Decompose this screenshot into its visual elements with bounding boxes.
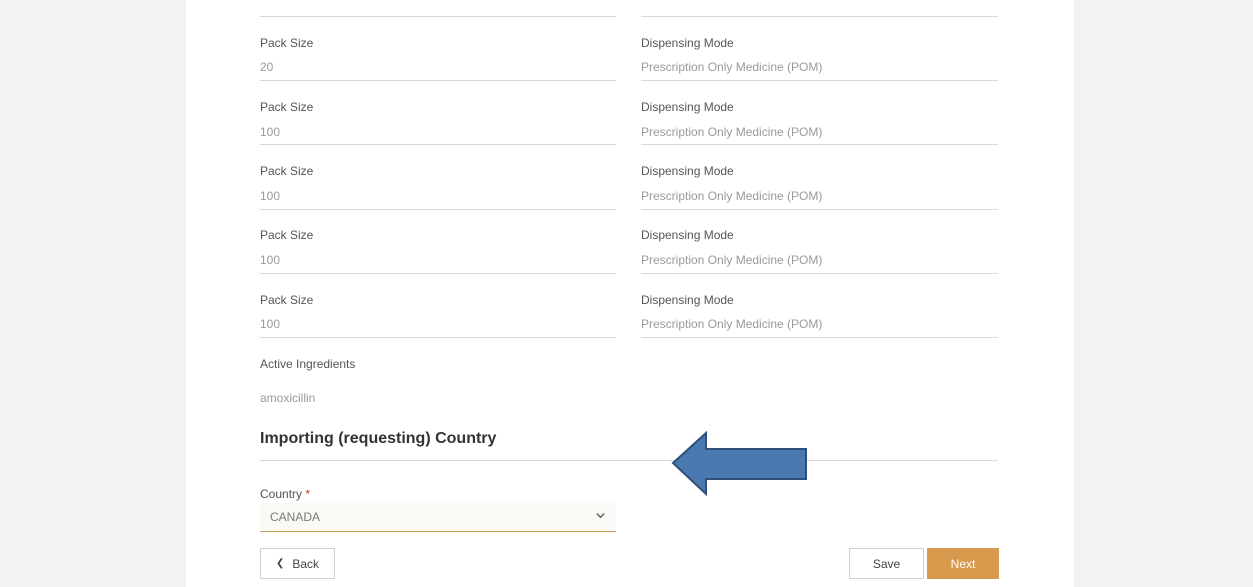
active-ingredients-value: amoxicillin bbox=[260, 391, 316, 405]
divider bbox=[260, 273, 616, 274]
chevron-left-icon: ❮ bbox=[275, 558, 285, 569]
divider bbox=[260, 16, 616, 17]
dispensing-mode-value: Prescription Only Medicine (POM) bbox=[641, 317, 823, 331]
divider bbox=[260, 80, 616, 81]
divider bbox=[641, 337, 998, 338]
form-panel bbox=[186, 0, 1074, 587]
pack-size-label: Pack Size bbox=[260, 100, 314, 114]
dispensing-mode-label: Dispensing Mode bbox=[641, 293, 734, 307]
divider bbox=[641, 80, 998, 81]
next-button-label: Next bbox=[950, 556, 976, 571]
pack-size-value: 100 bbox=[260, 189, 281, 203]
active-ingredients-label: Active Ingredients bbox=[260, 357, 356, 371]
pack-size-value: 20 bbox=[260, 60, 274, 74]
country-select-value: CANADA bbox=[270, 510, 321, 524]
dispensing-mode-value: Prescription Only Medicine (POM) bbox=[641, 253, 823, 267]
back-button-label: Back bbox=[292, 556, 320, 571]
dispensing-mode-value: Prescription Only Medicine (POM) bbox=[641, 60, 823, 74]
dispensing-mode-label: Dispensing Mode bbox=[641, 100, 734, 114]
divider bbox=[641, 16, 998, 17]
divider bbox=[260, 209, 616, 210]
next-button[interactable]: Next bbox=[927, 548, 999, 579]
pack-size-value: 100 bbox=[260, 317, 281, 331]
divider bbox=[260, 144, 616, 145]
chevron-down-icon bbox=[595, 510, 606, 524]
country-label: Country * bbox=[260, 487, 310, 501]
divider bbox=[641, 273, 998, 274]
dispensing-mode-value: Prescription Only Medicine (POM) bbox=[641, 125, 823, 139]
save-button-label: Save bbox=[872, 556, 901, 571]
dispensing-mode-label: Dispensing Mode bbox=[641, 36, 734, 50]
required-mark: * bbox=[305, 487, 311, 501]
dispensing-mode-label: Dispensing Mode bbox=[641, 228, 734, 242]
divider bbox=[641, 144, 998, 145]
section-divider bbox=[260, 460, 998, 461]
divider bbox=[260, 337, 616, 338]
pack-size-value: 100 bbox=[260, 253, 281, 267]
pack-size-value: 100 bbox=[260, 125, 281, 139]
back-button[interactable]: ❮ Back bbox=[260, 548, 335, 579]
pack-size-label: Pack Size bbox=[260, 293, 314, 307]
pack-size-label: Pack Size bbox=[260, 164, 314, 178]
pack-size-label: Pack Size bbox=[260, 228, 314, 242]
country-label-text: Country bbox=[260, 487, 303, 501]
dispensing-mode-value: Prescription Only Medicine (POM) bbox=[641, 189, 823, 203]
divider bbox=[641, 209, 998, 210]
section-title: Importing (requesting) Country bbox=[260, 430, 497, 447]
country-select[interactable]: CANADA bbox=[260, 503, 616, 532]
dispensing-mode-label: Dispensing Mode bbox=[641, 164, 734, 178]
pack-size-label: Pack Size bbox=[260, 36, 314, 50]
left-arrow-annotation-icon bbox=[671, 430, 807, 497]
save-button[interactable]: Save bbox=[849, 548, 924, 579]
